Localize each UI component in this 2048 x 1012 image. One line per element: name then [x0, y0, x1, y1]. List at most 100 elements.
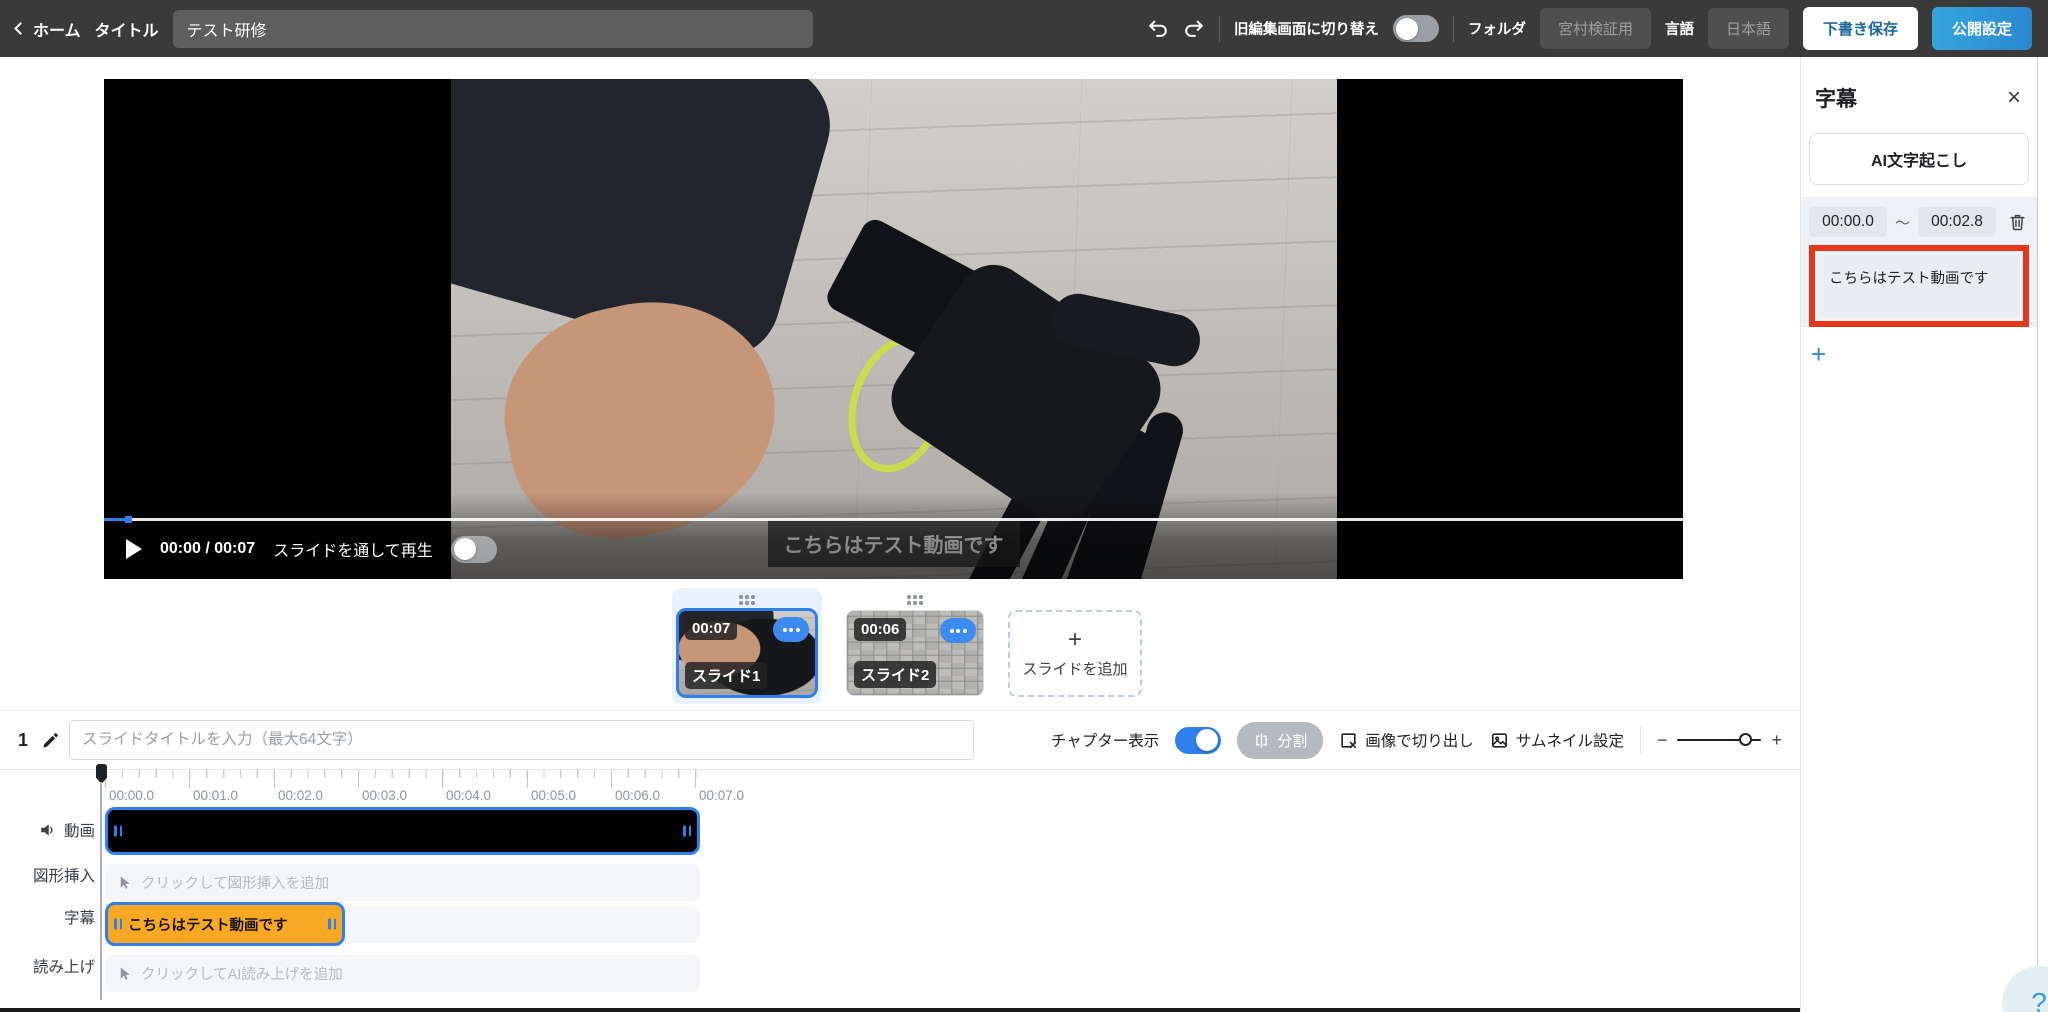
slides-strip: 00:07 スライド1 00:06 スライド2 + スライドを追加 — [672, 588, 1142, 704]
image-icon — [1491, 732, 1507, 748]
time-display: 00:00 / 00:07 — [160, 540, 256, 557]
pencil-icon — [42, 732, 59, 749]
drag-handle-icon[interactable] — [739, 594, 755, 606]
split-icon — [1256, 732, 1268, 748]
slide-1-thumbnail[interactable]: 00:07 スライド1 — [676, 608, 818, 698]
add-slide-button[interactable]: + スライドを追加 — [1008, 610, 1142, 697]
folder-label: フォルダ — [1467, 22, 1526, 38]
clip-trim-handle-left[interactable] — [114, 825, 122, 837]
cursor-icon — [120, 876, 130, 889]
ruler-label: 00:03.0 — [357, 770, 408, 803]
slide-2-thumbnail[interactable]: 00:06 スライド2 — [846, 610, 984, 696]
track-label-text: 読み上げ — [32, 959, 95, 976]
track-label-shapes: 図形挿入 — [0, 864, 95, 886]
zoom-out-button[interactable]: − — [1657, 730, 1668, 751]
slide-card-1[interactable]: 00:07 スライド1 — [672, 588, 822, 704]
time-range-separator: 〜 — [1895, 214, 1911, 232]
back-home-label: ホーム — [33, 22, 81, 40]
crop-image-button[interactable]: 画像で切り出し — [1339, 729, 1474, 751]
seek-bar-handle[interactable] — [125, 516, 132, 523]
clip-trim-handle-right[interactable] — [328, 918, 336, 930]
track-placeholder-text: クリックして図形挿入を追加 — [141, 876, 330, 892]
drag-handle-icon[interactable] — [907, 594, 923, 606]
redo-button[interactable] — [1183, 18, 1205, 40]
ruler-label: 00:02.0 — [273, 770, 324, 803]
save-draft-button[interactable]: 下書き保存 — [1802, 7, 1918, 50]
delete-subtitle-button[interactable] — [2006, 210, 2029, 234]
subtitle-panel-header: 字幕 × — [1801, 57, 2037, 133]
play-through-toggle[interactable] — [450, 535, 497, 563]
track-label-text: 動画 — [63, 823, 95, 840]
split-button[interactable]: 分割 — [1237, 721, 1324, 759]
slide-menu-button[interactable] — [940, 618, 976, 643]
speaker-icon — [41, 824, 53, 836]
slide-name-badge: スライド2 — [854, 661, 937, 688]
shapes-track-placeholder[interactable]: クリックして図形挿入を追加 — [105, 864, 700, 901]
chapter-display-label: チャプター表示 — [1050, 733, 1160, 750]
undo-button[interactable] — [1147, 18, 1169, 40]
play-button[interactable] — [126, 539, 142, 559]
slide-toolbar: 1 チャプター表示 分割 画像で切り出し サムネイル設定 − — [0, 710, 1800, 770]
window-bottom-edge — [0, 1008, 1800, 1012]
slide-card-2[interactable]: 00:06 スライド2 — [840, 588, 990, 704]
zoom-in-button[interactable]: + — [1771, 730, 1782, 751]
seek-bar[interactable] — [104, 516, 1683, 523]
slide-index: 1 — [18, 729, 29, 750]
legacy-editor-toggle[interactable] — [1392, 15, 1439, 42]
slide-name-badge: スライド1 — [685, 662, 768, 689]
thumbnail-settings-button[interactable]: サムネイル設定 — [1490, 729, 1624, 751]
toggle-knob — [1395, 17, 1418, 40]
track-label-video: 動画 — [0, 819, 95, 841]
project-title-input[interactable] — [172, 9, 813, 48]
player-controls: 00:00 / 00:07 スライドを通して再生 — [104, 529, 519, 569]
cursor-icon — [120, 967, 130, 980]
track-label-text: 字幕 — [63, 910, 95, 927]
slide-duration-badge: 00:06 — [854, 618, 907, 641]
legacy-editor-label: 旧編集画面に切り替え — [1233, 22, 1379, 38]
playhead-line — [100, 782, 102, 1000]
slide-duration-badge: 00:07 — [685, 617, 738, 640]
clip-trim-handle-left[interactable] — [114, 918, 122, 930]
subtitle-clip[interactable]: こちらはテスト動画です — [105, 902, 345, 946]
topbar-actions: 旧編集画面に切り替え フォルダ 宮村検証用 言語 日本語 下書き保存 公開設定 — [1147, 7, 2032, 50]
close-panel-button[interactable]: × — [2007, 86, 2021, 110]
language-label: 言語 — [1664, 22, 1694, 38]
slide-menu-button[interactable] — [773, 617, 809, 642]
start-time-input[interactable] — [1809, 207, 1887, 237]
title-field-label: タイトル — [94, 22, 159, 40]
video-player[interactable]: こちらはテスト動画です 00:00 / 00:07 スライドを通して再生 — [104, 79, 1683, 579]
crop-image-icon — [1341, 732, 1357, 748]
chapter-display-toggle[interactable] — [1175, 726, 1222, 754]
slide-title-input[interactable] — [69, 720, 975, 760]
end-time-input[interactable] — [1918, 207, 1997, 237]
folder-value-button[interactable]: 宮村検証用 — [1539, 8, 1651, 49]
subtitle-panel: 字幕 × AI文字起こし 〜 こちらはテスト動画です + — [1800, 57, 2038, 1012]
ai-transcribe-button[interactable]: AI文字起こし — [1809, 133, 2029, 185]
topbar: ホーム タイトル 旧編集画面に切り替え フォルダ 宮村検証用 言語 日本語 下書… — [0, 0, 2048, 57]
ruler-label: 00:00.0 — [104, 770, 155, 803]
timeline: 00:00.0 00:01.0 00:02.0 00:03.0 00:04.0 … — [0, 764, 1800, 1008]
language-value-button[interactable]: 日本語 — [1707, 8, 1789, 49]
clip-trim-handle-right[interactable] — [683, 825, 691, 837]
ruler-minor-ticks — [105, 770, 697, 778]
divider — [1218, 15, 1220, 42]
zoom-slider[interactable] — [1677, 733, 1762, 747]
subtitle-text-input[interactable]: こちらはテスト動画です — [1819, 255, 2019, 317]
chevron-left-icon — [14, 22, 27, 35]
track-label-subtitle: 字幕 — [0, 906, 95, 928]
subtitle-entry-section: 〜 こちらはテスト動画です — [1801, 197, 2037, 327]
crop-image-label: 画像で切り出し — [1365, 733, 1474, 750]
add-subtitle-button[interactable]: + — [1811, 341, 1826, 367]
divider — [1639, 726, 1641, 754]
publish-settings-button[interactable]: 公開設定 — [1931, 7, 2032, 50]
play-through-label: スライドを通して再生 — [273, 543, 433, 560]
zoom-slider-knob[interactable] — [1739, 733, 1753, 747]
video-track-clip[interactable] — [105, 807, 700, 855]
tts-track-placeholder[interactable]: クリックしてAI読み上げを追加 — [105, 955, 700, 992]
subtitle-clip-text: こちらはテスト動画です — [128, 917, 288, 934]
back-home-button[interactable]: ホーム — [14, 17, 81, 41]
trash-icon — [2010, 214, 2025, 231]
undo-icon — [1149, 20, 1167, 37]
redo-icon — [1185, 20, 1203, 37]
toggle-knob — [453, 538, 476, 560]
